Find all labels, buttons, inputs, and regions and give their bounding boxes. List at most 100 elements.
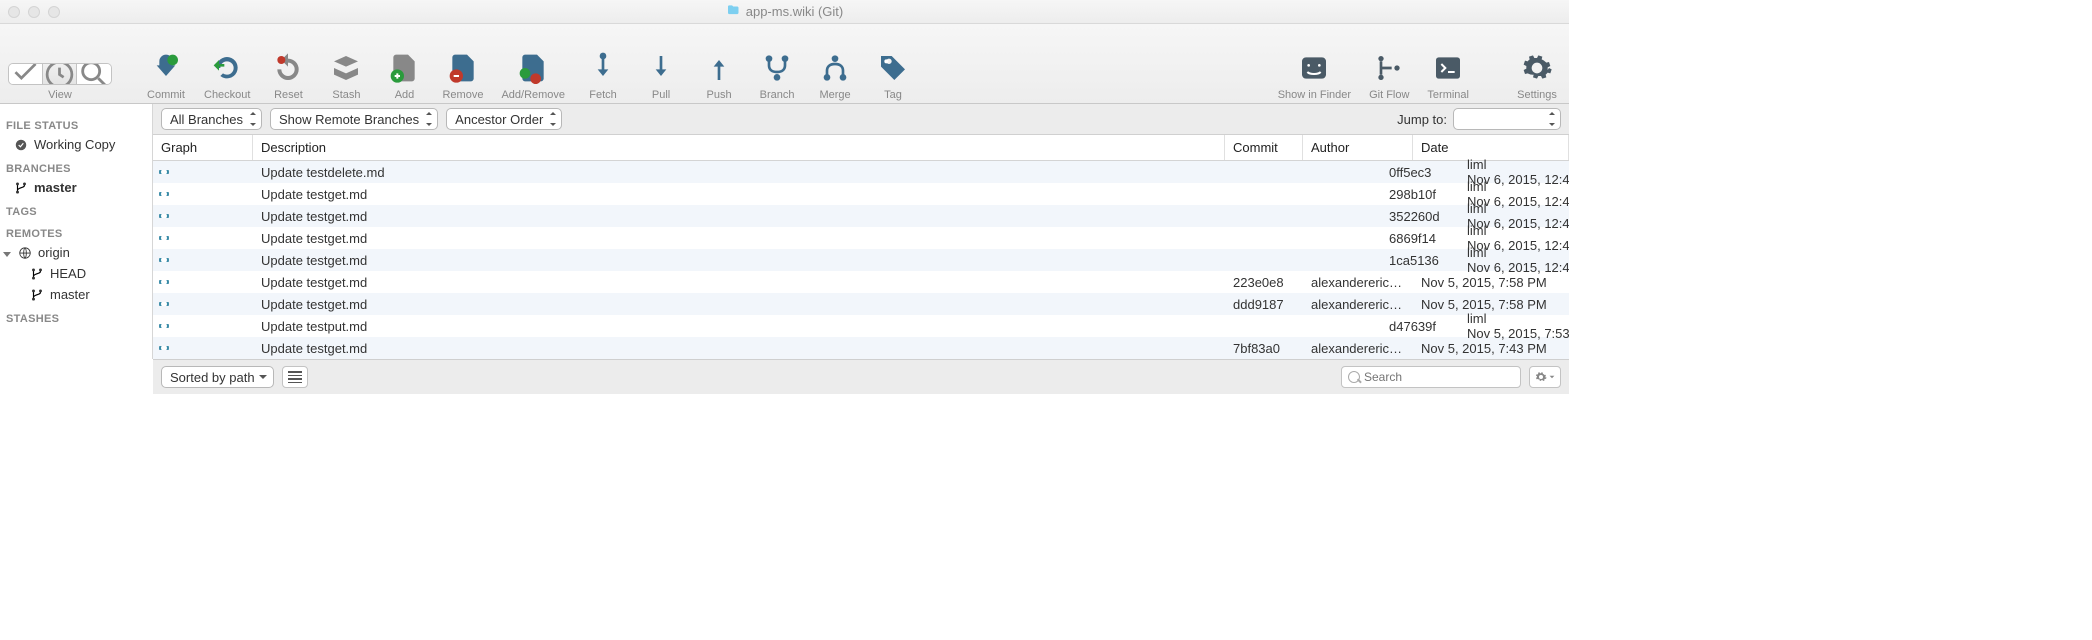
globe-icon (18, 246, 32, 260)
jump-to: Jump to: (1397, 108, 1561, 130)
commit-author: alexandereric <... (1303, 295, 1413, 314)
remove-button[interactable]: Remove (438, 49, 487, 101)
commit-desc: Update testget.md (253, 295, 1225, 314)
branch-icon (30, 267, 44, 281)
checkout-button[interactable]: Checkout (200, 49, 254, 101)
sidebar-branches-head: BRANCHES (0, 155, 152, 177)
commit-desc: Update testget.md (253, 273, 1225, 292)
search-box[interactable] (1341, 366, 1521, 388)
commit-row[interactable]: Update testget.md298b10fliml Nov 6, 2015… (153, 183, 1569, 205)
toolbar-main-items: Commit Checkout Reset Stash Add Remove A… (142, 49, 917, 101)
commit-author: alexandereric <... (1303, 339, 1413, 358)
branches-filter-dropdown[interactable]: All Branches (161, 108, 262, 130)
col-commit[interactable]: Commit (1225, 135, 1303, 160)
commit-hash: 223e0e8 (1225, 273, 1303, 292)
statusbar: Sorted by path (153, 359, 1569, 394)
fetch-button[interactable]: Fetch (579, 49, 627, 101)
commit-date: Nov 5, 2015, 7:58 PM (1413, 273, 1569, 292)
remote-branches-dropdown[interactable]: Show Remote Branches (270, 108, 438, 130)
branch-icon (30, 288, 44, 302)
order-dropdown[interactable]: Ancestor Order (446, 108, 562, 130)
commit-row[interactable]: Update testget.md1ca5136liml Nov 6, 2015… (153, 249, 1569, 271)
pull-button[interactable]: Pull (637, 49, 685, 101)
commit-desc: Update testget.md (253, 229, 1381, 248)
list-view-button[interactable] (282, 366, 308, 388)
tag-button[interactable]: Tag (869, 49, 917, 101)
search-input[interactable] (1364, 370, 1512, 384)
commit-rows: Update testdelete.md0ff5ec3liml Nov 6, 2… (153, 161, 1569, 359)
commit-row[interactable]: Update testget.mdddd9187alexandereric <.… (153, 293, 1569, 315)
branch-icon (14, 181, 28, 195)
commit-desc: Update testget.md (253, 251, 1381, 270)
toolbar-right-items: Show in Finder Git Flow Terminal (1274, 49, 1473, 101)
commit-hash: 298b10f (1381, 185, 1459, 204)
push-button[interactable]: Push (695, 49, 743, 101)
col-description[interactable]: Description (253, 135, 1225, 160)
view-search-icon[interactable] (77, 64, 111, 84)
disclosure-triangle-icon[interactable] (2, 248, 12, 258)
filterbar: All Branches Show Remote Branches Ancest… (153, 104, 1569, 135)
commit-row[interactable]: Update testget.md352260dliml Nov 6, 2015… (153, 205, 1569, 227)
commit-hash: 352260d (1381, 207, 1459, 226)
commit-hash: 1ca5136 (1381, 251, 1459, 270)
sidebar-remote-master[interactable]: master (0, 284, 152, 305)
add-remove-button[interactable]: Add/Remove (497, 49, 569, 101)
options-gear-button[interactable] (1529, 366, 1561, 388)
sidebar-branch-master[interactable]: master (0, 177, 152, 198)
column-headers: Graph Description Commit Author Date (153, 135, 1569, 161)
terminal-button[interactable]: Terminal (1423, 49, 1473, 101)
commit-desc: Update testput.md (253, 317, 1381, 336)
commit-row[interactable]: Update testget.md6869f14liml Nov 6, 2015… (153, 227, 1569, 249)
window-title: app-ms.wiki (Git) (726, 3, 844, 20)
sort-dropdown[interactable]: Sorted by path (161, 366, 274, 388)
branch-button[interactable]: Branch (753, 49, 801, 101)
view-segment: View (8, 63, 112, 101)
commit-author: alexandereric <... (1303, 273, 1413, 292)
sidebar-tags-head: TAGS (0, 198, 152, 220)
commit-row[interactable]: Update testget.md223e0e8alexandereric <.… (153, 271, 1569, 293)
git-flow-button[interactable]: Git Flow (1365, 49, 1413, 101)
show-in-finder-button[interactable]: Show in Finder (1274, 49, 1355, 101)
commit-button[interactable]: Commit (142, 49, 190, 101)
col-graph[interactable]: Graph (153, 135, 253, 160)
view-commit-icon[interactable] (9, 64, 43, 84)
add-button[interactable]: Add (380, 49, 428, 101)
minimize-icon[interactable] (28, 6, 40, 18)
commit-row[interactable]: Update testdelete.md0ff5ec3liml Nov 6, 2… (153, 161, 1569, 183)
main: FILE STATUS Working Copy BRANCHES master… (0, 104, 1569, 359)
view-toggle[interactable] (8, 63, 112, 85)
sidebar-remote-origin[interactable]: origin (0, 242, 152, 263)
sidebar: FILE STATUS Working Copy BRANCHES master… (0, 104, 153, 359)
view-history-icon[interactable] (43, 64, 77, 84)
close-icon[interactable] (8, 6, 20, 18)
reset-button[interactable]: Reset (264, 49, 312, 101)
commit-desc: Update testget.md (253, 339, 1225, 358)
commit-row[interactable]: Update testput.mdd47639fliml Nov 5, 2015… (153, 315, 1569, 337)
commit-desc: Update testget.md (253, 207, 1381, 226)
commit-row[interactable]: Update testget.md7bf83a0alexandereric <.… (153, 337, 1569, 359)
commit-hash: 0ff5ec3 (1381, 163, 1459, 182)
view-label: View (48, 89, 72, 101)
folder-icon (726, 3, 740, 20)
settings-button[interactable]: Settings (1513, 49, 1561, 101)
content: All Branches Show Remote Branches Ancest… (153, 104, 1569, 359)
sidebar-remote-head[interactable]: HEAD (0, 263, 152, 284)
commit-desc: Update testdelete.md (253, 163, 1381, 182)
commit-hash: ddd9187 (1225, 295, 1303, 314)
sidebar-remotes-head: REMOTES (0, 220, 152, 242)
sidebar-working-copy[interactable]: Working Copy (0, 134, 152, 155)
commit-desc: Update testget.md (253, 185, 1381, 204)
check-circle-icon (14, 138, 28, 152)
jump-to-dropdown[interactable] (1453, 108, 1561, 130)
window-title-text: app-ms.wiki (Git) (746, 4, 844, 19)
col-author[interactable]: Author (1303, 135, 1413, 160)
stash-button[interactable]: Stash (322, 49, 370, 101)
commit-hash: d47639f (1381, 317, 1459, 336)
commit-hash: 7bf83a0 (1225, 339, 1303, 358)
titlebar: app-ms.wiki (Git) (0, 0, 1569, 24)
merge-button[interactable]: Merge (811, 49, 859, 101)
sidebar-stashes-head: STASHES (0, 305, 152, 327)
zoom-icon[interactable] (48, 6, 60, 18)
commit-date: Nov 5, 2015, 7:43 PM (1413, 339, 1569, 358)
jump-to-label: Jump to: (1397, 112, 1447, 127)
